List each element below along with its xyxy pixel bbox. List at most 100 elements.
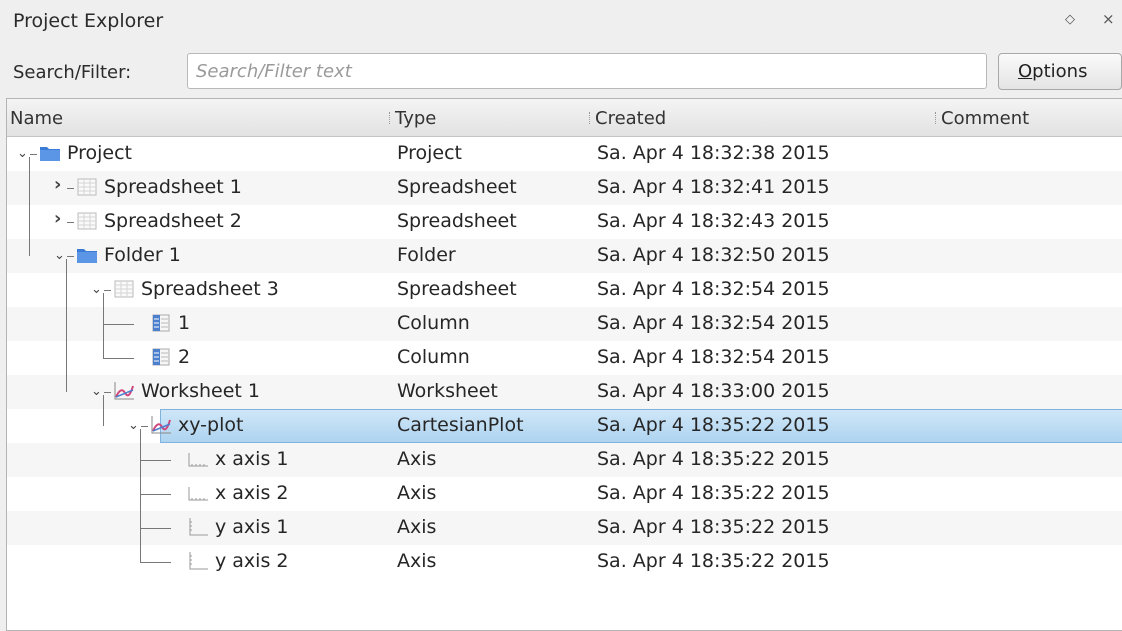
tree-connector — [140, 429, 141, 562]
item-name: x axis 2 — [215, 482, 289, 504]
column-separator[interactable] — [935, 112, 937, 124]
item-name: x axis 1 — [215, 448, 289, 470]
tree-row[interactable]: ⌄ Worksheet 1 Worksheet Sa. Apr 4 18:33:00 … — [7, 375, 1122, 409]
item-name: 2 — [178, 346, 191, 368]
project-tree[interactable]: Name Type Created Comment ⌄ Project Projec… — [6, 98, 1122, 631]
item-created: Sa. Apr 4 18:35:22 2015 — [597, 482, 830, 504]
tree-row[interactable]: ⌄ xy-plot CartesianPlot Sa. Apr 4 18:35:22 … — [7, 409, 1122, 443]
item-name: Folder 1 — [104, 244, 181, 266]
item-type: Worksheet — [397, 380, 498, 402]
tree-row[interactable]: ⌄ Spreadsheet 3 Spreadsheet Sa. Apr 4 18:32… — [7, 273, 1122, 307]
tree-row[interactable]: › Spreadsheet 2 Spreadsheet Sa. Apr 4 18:32… — [7, 205, 1122, 239]
spreadsheet-icon — [76, 177, 98, 197]
search-input[interactable] — [187, 53, 987, 89]
item-type: Spreadsheet — [397, 210, 517, 232]
item-type: Axis — [397, 516, 437, 538]
item-created: Sa. Apr 4 18:32:50 2015 — [597, 244, 830, 266]
chevron-down-icon[interactable]: ⌄ — [128, 418, 139, 433]
item-created: Sa. Apr 4 18:32:43 2015 — [597, 210, 830, 232]
search-bar: Search/Filter: Options — [0, 52, 1122, 92]
tree-connector — [104, 392, 111, 393]
close-icon[interactable]: × — [1102, 10, 1115, 28]
tree-connector — [140, 460, 171, 461]
item-created: Sa. Apr 4 18:35:22 2015 — [597, 516, 830, 538]
item-created: Sa. Apr 4 18:32:54 2015 — [597, 278, 830, 300]
item-created: Sa. Apr 4 18:33:00 2015 — [597, 380, 830, 402]
column-separator[interactable] — [589, 112, 591, 124]
search-label: Search/Filter: — [13, 62, 132, 83]
tree-connector — [104, 290, 111, 291]
column-header-type[interactable]: Type — [395, 108, 436, 129]
item-type: Spreadsheet — [397, 278, 517, 300]
tree-connector — [67, 256, 74, 257]
item-name: xy-plot — [178, 414, 244, 436]
item-type: Column — [397, 312, 470, 334]
tree-connector — [30, 154, 37, 155]
item-name: y axis 1 — [215, 516, 289, 538]
item-created: Sa. Apr 4 18:35:22 2015 — [597, 550, 830, 572]
chevron-down-icon[interactable]: ⌄ — [17, 146, 28, 161]
tree-connector — [103, 324, 134, 325]
tree-row[interactable]: ⌄ Folder 1 Folder Sa. Apr 4 18:32:50 2015 — [7, 239, 1122, 273]
tree-connector — [67, 222, 74, 223]
tree-row[interactable]: x axis 2 Axis Sa. Apr 4 18:35:22 2015 — [7, 477, 1122, 511]
item-name: Project — [67, 142, 133, 164]
item-name: Worksheet 1 — [141, 380, 261, 402]
tree-row[interactable]: ⌄ Project Project Sa. Apr 4 18:32:38 2015 — [7, 137, 1122, 171]
tree-connector — [103, 358, 134, 359]
folder-icon — [76, 245, 98, 265]
item-name: Spreadsheet 3 — [141, 278, 279, 300]
column-separator[interactable] — [389, 112, 391, 124]
folder-icon — [39, 143, 61, 163]
tree-row[interactable]: 2 Column Sa. Apr 4 18:32:54 2015 — [7, 341, 1122, 375]
options-button[interactable]: Options — [998, 53, 1122, 90]
plot-icon — [150, 415, 172, 435]
item-created: Sa. Apr 4 18:35:22 2015 — [597, 448, 830, 470]
panel-title: Project Explorer — [13, 10, 164, 32]
item-type: Spreadsheet — [397, 176, 517, 198]
tree-row[interactable]: y axis 1 Axis Sa. Apr 4 18:35:22 2015 — [7, 511, 1122, 545]
item-created: Sa. Apr 4 18:32:38 2015 — [597, 142, 830, 164]
worksheet-icon — [113, 381, 135, 401]
item-type: Project — [397, 142, 463, 164]
float-icon[interactable]: ◇ — [1065, 12, 1075, 27]
item-created: Sa. Apr 4 18:35:22 2015 — [597, 414, 830, 436]
tree-connector — [140, 494, 171, 495]
item-name: Spreadsheet 1 — [104, 176, 242, 198]
column-header-name[interactable]: Name — [10, 108, 63, 129]
title-bar: Project Explorer ◇ × — [0, 0, 1122, 44]
tree-connector — [140, 528, 171, 529]
item-name: y axis 2 — [215, 550, 289, 572]
item-created: Sa. Apr 4 18:32:54 2015 — [597, 312, 830, 334]
chevron-right-icon[interactable]: › — [54, 208, 61, 229]
tree-connector — [140, 562, 171, 563]
item-type: Axis — [397, 482, 437, 504]
tree-connector — [141, 426, 148, 427]
column-header-created[interactable]: Created — [595, 108, 666, 129]
y-axis-icon — [187, 517, 209, 537]
item-type: Column — [397, 346, 470, 368]
tree-row[interactable]: y axis 2 Axis Sa. Apr 4 18:35:22 2015 — [7, 545, 1122, 579]
tree-row[interactable]: › Spreadsheet 1 Spreadsheet Sa. Apr 4 18:32… — [7, 171, 1122, 205]
chevron-down-icon[interactable]: ⌄ — [91, 282, 102, 297]
column-icon — [150, 313, 172, 333]
chevron-down-icon[interactable]: ⌄ — [54, 248, 65, 263]
tree-connector — [67, 188, 74, 189]
item-name: 1 — [178, 312, 191, 334]
item-type: Folder — [397, 244, 456, 266]
tree-row[interactable]: 1 Column Sa. Apr 4 18:32:54 2015 — [7, 307, 1122, 341]
tree-row[interactable]: x axis 1 Axis Sa. Apr 4 18:35:22 2015 — [7, 443, 1122, 477]
x-axis-icon — [187, 449, 209, 469]
chevron-right-icon[interactable]: › — [54, 174, 61, 195]
tree-connector — [29, 157, 30, 256]
spreadsheet-icon — [76, 211, 98, 231]
chevron-down-icon[interactable]: ⌄ — [91, 384, 102, 399]
x-axis-icon — [187, 483, 209, 503]
column-header-comment[interactable]: Comment — [941, 108, 1029, 129]
item-created: Sa. Apr 4 18:32:41 2015 — [597, 176, 830, 198]
item-type: Axis — [397, 550, 437, 572]
tree-header: Name Type Created Comment — [7, 99, 1122, 137]
column-icon — [150, 347, 172, 367]
tree-connector — [103, 293, 104, 358]
spreadsheet-icon — [113, 279, 135, 299]
